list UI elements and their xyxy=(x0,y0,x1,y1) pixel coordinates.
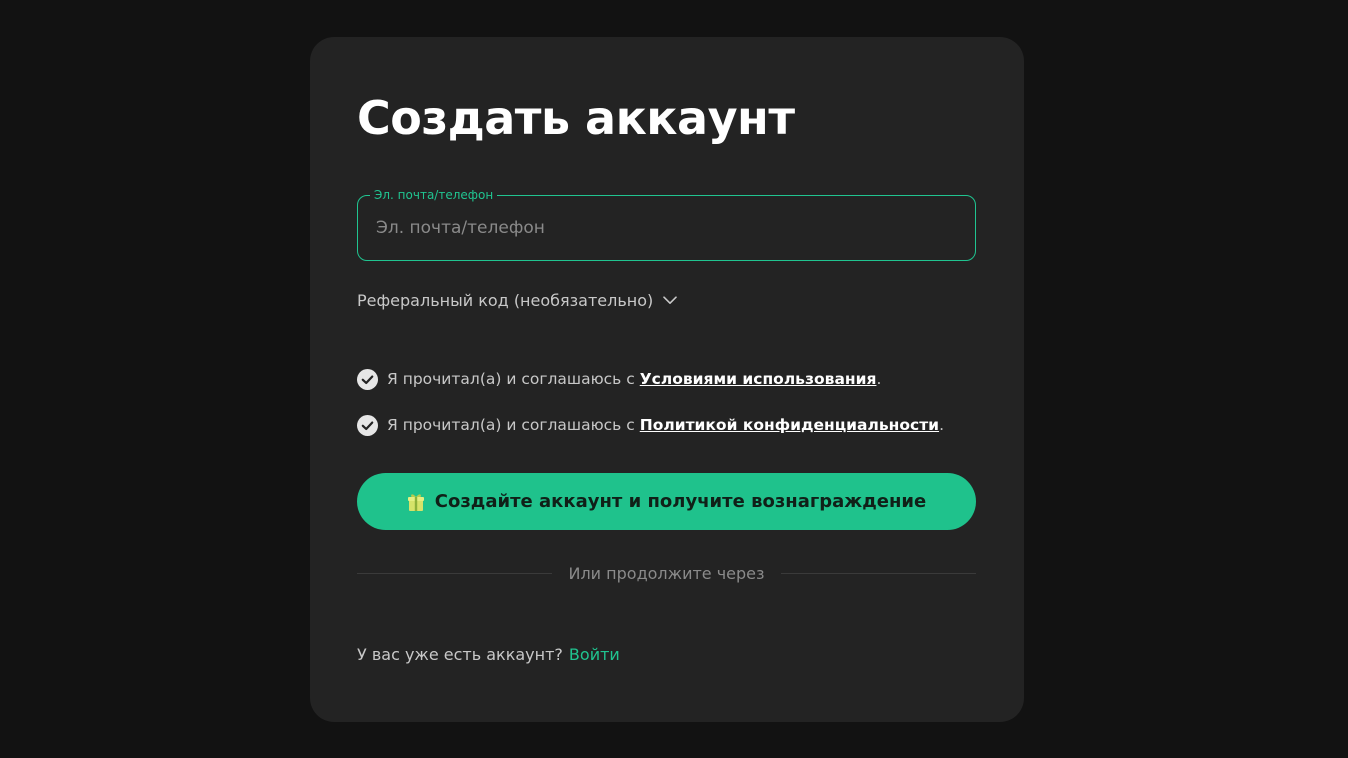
existing-account-question: У вас уже есть аккаунт? xyxy=(357,644,563,664)
signup-card: Создать аккаунт Эл. почта/телефон Рефера… xyxy=(310,37,1024,722)
terms-agreement-text: Я прочитал(а) и соглашаюсь с xyxy=(387,370,635,388)
privacy-agreement-suffix: . xyxy=(939,416,944,434)
divider-line-right xyxy=(780,572,976,574)
referral-code-label: Реферальный код (необязательно) xyxy=(357,290,654,310)
email-phone-field[interactable]: Эл. почта/телефон xyxy=(357,187,976,261)
privacy-policy-link[interactable]: Политикой конфиденциальности xyxy=(640,416,939,434)
page-title: Создать аккаунт xyxy=(357,91,795,145)
privacy-agreement-row: Я прочитал(а) и соглашаюсь с Политикой к… xyxy=(357,413,944,437)
gift-icon xyxy=(407,492,425,512)
privacy-agreement-text: Я прочитал(а) и соглашаюсь с xyxy=(387,416,635,434)
divider-line-left xyxy=(357,572,553,574)
terms-of-use-link[interactable]: Условиями использования xyxy=(640,370,877,388)
email-phone-input[interactable] xyxy=(376,214,956,242)
login-link[interactable]: Войти xyxy=(569,645,620,664)
terms-agreement-suffix: . xyxy=(876,370,882,388)
social-login-divider: Или продолжите через xyxy=(357,561,976,585)
create-account-button-label: Создайте аккаунт и получите вознагражден… xyxy=(434,491,927,512)
create-account-button[interactable]: Создайте аккаунт и получите вознагражден… xyxy=(357,473,976,530)
referral-code-toggle[interactable]: Реферальный код (необязательно) xyxy=(357,288,678,312)
email-phone-field-label: Эл. почта/телефон xyxy=(370,187,498,203)
terms-agreement-row: Я прочитал(а) и соглашаюсь с Условиями и… xyxy=(357,367,881,391)
existing-account-row: У вас уже есть аккаунт? Войти xyxy=(357,642,620,666)
check-circle-icon[interactable] xyxy=(357,368,378,390)
divider-text: Или продолжите через xyxy=(568,563,765,583)
chevron-down-icon xyxy=(663,295,678,305)
check-circle-icon[interactable] xyxy=(357,414,378,436)
